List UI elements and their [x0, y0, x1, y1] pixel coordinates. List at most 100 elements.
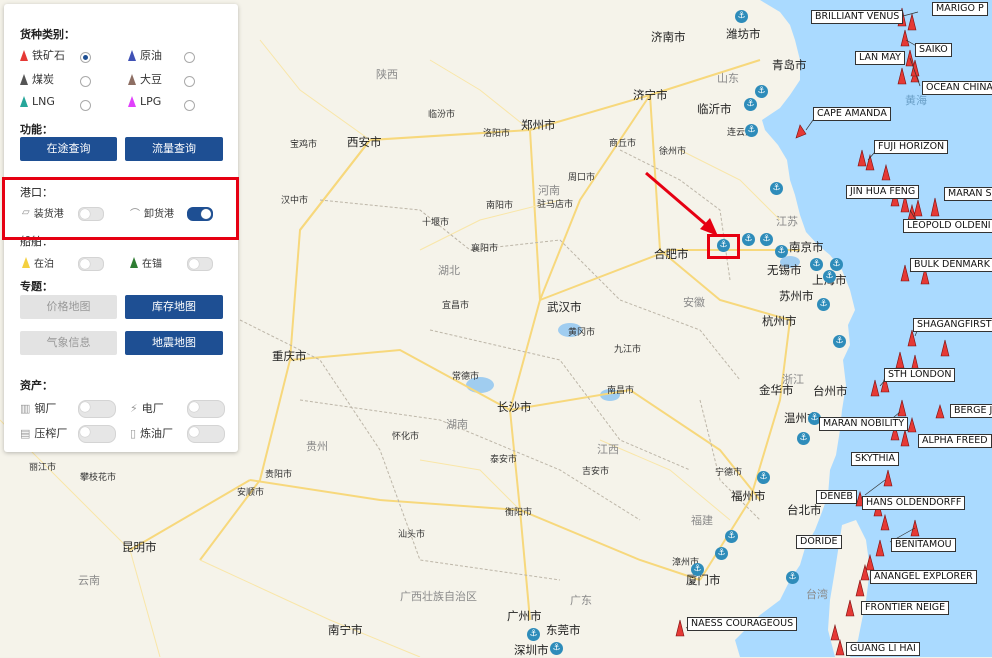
ship-label[interactable]: NAESS COURAGEOUS [687, 617, 798, 631]
refinery-label: 炼油厂 [140, 427, 174, 440]
power-row: ⚡ 电厂 [130, 400, 164, 416]
iron-ore-icon [20, 49, 28, 61]
ship-label[interactable]: BENITAMOU [891, 538, 956, 552]
radio-lpg[interactable] [184, 100, 195, 111]
cargo-option-lng[interactable]: LNG [20, 95, 55, 108]
port-anchor-icon[interactable]: ⚓ [830, 258, 843, 271]
ship-label[interactable]: LAN MAY [855, 51, 905, 65]
city-label: 怀化市 [392, 432, 420, 442]
ship-label[interactable]: FRONTIER NEIGE [861, 601, 950, 615]
anchored-toggle[interactable] [187, 257, 213, 271]
power-label: 电厂 [141, 402, 164, 415]
cargo-option-crude-oil[interactable]: 原油 [128, 47, 162, 63]
cargo-option-lpg[interactable]: LPG [128, 95, 161, 108]
port-anchor-icon[interactable]: ⚓ [742, 233, 755, 246]
city-label: 临沂市 [697, 102, 732, 116]
ship-label[interactable]: MARAN S [944, 187, 992, 201]
ship-label[interactable]: MARAN NOBILITY [819, 417, 909, 431]
port-anchor-icon[interactable]: ⚓ [797, 432, 810, 445]
ship-label[interactable]: SAIKO [915, 43, 952, 57]
port-anchor-icon[interactable]: ⚓ [735, 10, 748, 23]
province-label: 贵州 [306, 440, 328, 453]
crude-oil-icon [128, 49, 136, 61]
radio-crude-oil[interactable] [184, 52, 195, 63]
lpg-icon [128, 96, 136, 107]
flow-query-button[interactable]: 流量查询 [125, 137, 223, 161]
radio-lng[interactable] [80, 100, 91, 111]
ship-label[interactable]: MARIGO P [932, 2, 988, 16]
ship-label[interactable]: BULK DENMARK [910, 258, 992, 272]
city-label: 泰安市 [490, 455, 518, 465]
city-label: 九江市 [614, 345, 642, 355]
press-toggle[interactable] [78, 425, 116, 443]
port-anchor-icon[interactable]: ⚓ [715, 547, 728, 560]
ship-label[interactable]: SKYTHIA [851, 452, 899, 466]
port-anchor-icon[interactable]: ⚓ [823, 270, 836, 283]
ship-label[interactable]: BERGE J [950, 404, 992, 418]
city-label: 贵阳市 [265, 470, 293, 480]
cargo-title: 货种类别： [20, 28, 75, 41]
steel-label: 钢厂 [34, 402, 57, 415]
port-anchor-icon[interactable]: ⚓ [691, 563, 704, 576]
port-anchor-icon[interactable]: ⚓ [786, 571, 799, 584]
ship-label[interactable]: HANS OLDENDORFF [862, 496, 966, 510]
province-label: 湖北 [438, 264, 460, 277]
ship-label[interactable]: FUJI HORIZON [874, 140, 949, 154]
city-label: 厦门市 [686, 573, 721, 587]
port-anchor-icon[interactable]: ⚓ [745, 124, 758, 137]
city-label: 衡阳市 [505, 508, 533, 518]
port-anchor-icon[interactable]: ⚓ [550, 642, 563, 655]
ship-label[interactable]: JIN HUA FENG [846, 185, 920, 199]
city-label: 吉安市 [582, 467, 610, 477]
inventory-map-button[interactable]: 库存地图 [125, 295, 223, 319]
port-anchor-icon[interactable]: ⚓ [810, 258, 823, 271]
port-anchor-icon[interactable]: ⚓ [770, 182, 783, 195]
ship-label[interactable]: DENEB [816, 490, 857, 504]
ship-label[interactable]: STH LONDON [884, 368, 956, 382]
price-map-button[interactable]: 价格地图 [20, 295, 117, 319]
port-anchor-icon[interactable]: ⚓ [760, 233, 773, 246]
weather-info-button[interactable]: 气象信息 [20, 331, 117, 355]
port-anchor-icon[interactable]: ⚓ [725, 530, 738, 543]
city-label: 安顺市 [237, 488, 265, 498]
transit-query-button[interactable]: 在途查询 [20, 137, 117, 161]
radio-coal[interactable] [80, 76, 91, 87]
province-label: 湖南 [446, 418, 468, 431]
power-toggle[interactable] [187, 400, 225, 418]
ship-label[interactable]: LEOPOLD OLDENI [903, 219, 992, 233]
ship-label[interactable]: OCEAN CHINA [922, 81, 992, 95]
province-label: 山东 [717, 72, 739, 85]
port-anchor-icon[interactable]: ⚓ [527, 628, 540, 641]
city-label: 无锡市 [767, 263, 802, 277]
city-label: 洛阳市 [483, 129, 511, 139]
city-label: 南京市 [789, 240, 824, 254]
coal-icon [20, 73, 28, 85]
province-label: 河南 [538, 184, 560, 197]
city-label: 重庆市 [272, 349, 307, 363]
port-anchor-icon[interactable]: ⚓ [833, 335, 846, 348]
press-label: 压榨厂 [34, 427, 68, 440]
radio-iron-ore[interactable] [80, 52, 91, 63]
earthquake-map-button[interactable]: 地震地图 [125, 331, 223, 355]
ship-label[interactable]: BRILLIANT VENUS [811, 10, 904, 24]
cargo-option-coal[interactable]: 煤炭 [20, 71, 54, 87]
port-anchor-icon[interactable]: ⚓ [755, 85, 768, 98]
port-anchor-icon[interactable]: ⚓ [757, 471, 770, 484]
refinery-toggle[interactable] [187, 425, 225, 443]
cargo-option-soybean[interactable]: 大豆 [128, 71, 162, 87]
ship-label[interactable]: ANANGEL EXPLORER [870, 570, 977, 584]
port-anchor-icon[interactable]: ⚓ [744, 98, 757, 111]
ship-label[interactable]: DORIDE [796, 535, 842, 549]
steel-toggle[interactable] [78, 400, 116, 418]
ship-label[interactable]: SHAGANGFIRST [913, 318, 992, 332]
city-label: 广州市 [507, 609, 542, 623]
province-label: 广西壮族自治区 [400, 590, 477, 603]
ship-label[interactable]: GUANG LI HAI [846, 642, 920, 656]
ship-label[interactable]: ALPHA FREED [918, 434, 992, 448]
port-anchor-icon[interactable]: ⚓ [817, 298, 830, 311]
port-anchor-icon[interactable]: ⚓ [775, 245, 788, 258]
berthed-toggle[interactable] [78, 257, 104, 271]
radio-soybean[interactable] [184, 76, 195, 87]
ship-label[interactable]: CAPE AMANDA [813, 107, 891, 121]
cargo-option-iron-ore[interactable]: 铁矿石 [20, 47, 65, 63]
